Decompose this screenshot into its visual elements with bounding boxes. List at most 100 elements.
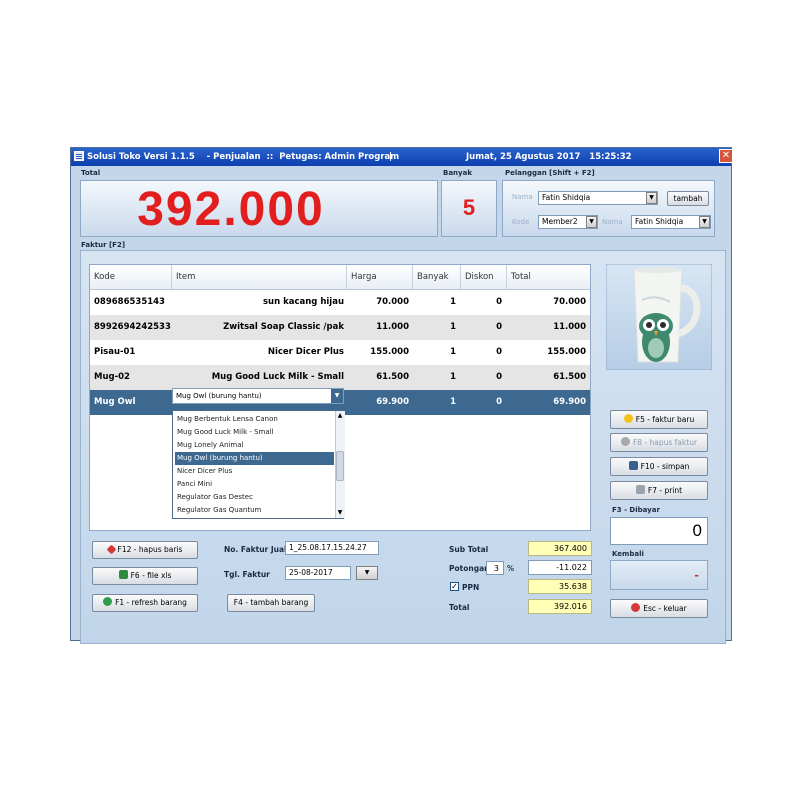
pelanggan-nama2-select[interactable]: Fatin Shidqia ▼ bbox=[631, 215, 711, 229]
faktur-baru-button[interactable]: F5 - faktur baru bbox=[610, 410, 708, 429]
dropdown-option[interactable]: Regulator Gas Quantum bbox=[175, 504, 334, 517]
hapus-faktur-button[interactable]: F8 - hapus faktur bbox=[610, 433, 708, 452]
cell-kode: 089686535143 bbox=[94, 297, 165, 307]
col-harga[interactable]: Harga bbox=[347, 265, 413, 289]
pelanggan-nama-select[interactable]: Fatin Shidqia ▼ bbox=[538, 191, 658, 205]
title-bar[interactable]: Solusi Toko Versi 1.1.5 - Penjualan :: P… bbox=[71, 148, 733, 166]
cell-banyak: 1 bbox=[450, 397, 456, 407]
product-image bbox=[606, 264, 712, 370]
scroll-down-icon[interactable]: ▼ bbox=[336, 508, 344, 517]
scrollbar-thumb[interactable] bbox=[336, 451, 344, 481]
dropdown-option[interactable]: Panci Mini bbox=[175, 478, 334, 491]
dropdown-option[interactable]: Mug Berbentuk Lensa Canon bbox=[175, 413, 334, 426]
close-icon[interactable]: ✕ bbox=[719, 149, 733, 163]
sub-total-value: 367.400 bbox=[528, 541, 592, 556]
dropdown-option[interactable]: Mug Good Luck Milk - Small bbox=[175, 426, 334, 439]
chevron-down-icon[interactable]: ▼ bbox=[331, 389, 343, 403]
potongan-pct-input[interactable]: 3 bbox=[486, 561, 504, 575]
exit-icon bbox=[631, 603, 641, 612]
tgl-faktur-input[interactable]: 25-08-2017 bbox=[285, 566, 351, 580]
file-xls-button[interactable]: F6 - file xls bbox=[92, 567, 198, 585]
total-label: Total bbox=[81, 169, 101, 177]
cell-total: 155.000 bbox=[547, 347, 586, 357]
tambah-pelanggan-button[interactable]: tambah bbox=[667, 191, 709, 206]
cell-item: Zwitsal Soap Classic /pak bbox=[223, 322, 344, 332]
calendar-dropdown-icon[interactable]: ▼ bbox=[356, 566, 378, 580]
cell-total: 70.000 bbox=[553, 297, 586, 307]
chevron-down-icon[interactable]: ▼ bbox=[699, 216, 710, 228]
kembali-label: Kembali bbox=[612, 550, 644, 558]
grid-header: Kode Item Harga Banyak Diskon Total bbox=[90, 265, 590, 290]
save-icon bbox=[628, 461, 638, 470]
banyak-label: Banyak bbox=[443, 169, 472, 177]
scroll-up-icon[interactable]: ▲ bbox=[336, 411, 344, 420]
dropdown-scrollbar[interactable]: ▲ ▼ bbox=[335, 411, 345, 518]
refresh-barang-button[interactable]: F1 - refresh barang bbox=[92, 594, 198, 612]
table-row[interactable]: Pisau-01 Nicer Dicer Plus 155.000 1 0 15… bbox=[90, 340, 590, 365]
col-diskon[interactable]: Diskon bbox=[461, 265, 507, 289]
refresh-barang-label: F1 - refresh barang bbox=[115, 598, 187, 607]
cell-harga: 61.500 bbox=[376, 372, 409, 382]
dropdown-option[interactable]: Mug Lonely Animal bbox=[175, 439, 334, 452]
summary-total-label: Total bbox=[449, 603, 470, 612]
summary-total-value: 392.016 bbox=[528, 599, 592, 614]
tgl-faktur-label: Tgl. Faktur bbox=[224, 570, 270, 579]
pelanggan-panel: Nama Fatin Shidqia ▼ tambah Kode Member2… bbox=[502, 180, 715, 237]
item-dropdown-list[interactable]: Mug Berbentuk Lensa Canon Mug Good Luck … bbox=[172, 410, 345, 519]
pelanggan-kode-select[interactable]: Member2 ▼ bbox=[538, 215, 598, 229]
col-banyak[interactable]: Banyak bbox=[413, 265, 461, 289]
cell-kode: Mug-02 bbox=[94, 372, 130, 382]
dropdown-option[interactable]: Nicer Dicer Plus bbox=[175, 465, 334, 478]
cell-diskon: 0 bbox=[496, 347, 502, 357]
hapus-baris-label: F12 - hapus baris bbox=[117, 545, 183, 554]
potongan-label: Potongan bbox=[449, 564, 490, 573]
cell-diskon: 0 bbox=[496, 322, 502, 332]
col-kode[interactable]: Kode bbox=[90, 265, 172, 289]
datetime: Jumat, 25 Agustus 2017 15:25:32 bbox=[466, 152, 632, 162]
kode-label: Kode bbox=[512, 218, 530, 226]
cell-kode: Mug Owl bbox=[94, 397, 136, 407]
simpan-label: F10 - simpan bbox=[640, 462, 690, 471]
table-row[interactable]: 089686535143 sun kacang hijau 70.000 1 0… bbox=[90, 290, 590, 315]
star-icon bbox=[623, 414, 633, 423]
no-faktur-label: No. Faktur Jual bbox=[224, 545, 287, 554]
dropdown-option[interactable]: Regulator Gas Destec bbox=[175, 491, 334, 504]
item-combo-editor[interactable]: Mug Owl (burung hantu) ▼ bbox=[172, 388, 344, 404]
chevron-down-icon[interactable]: ▼ bbox=[646, 192, 657, 204]
simpan-button[interactable]: F10 - simpan bbox=[610, 457, 708, 476]
pct-sign: % bbox=[507, 564, 515, 573]
banyak-display: 5 bbox=[441, 180, 497, 237]
col-item[interactable]: Item bbox=[172, 265, 347, 289]
erase-icon bbox=[106, 544, 116, 555]
col-total[interactable]: Total bbox=[507, 265, 590, 289]
cell-harga: 11.000 bbox=[376, 322, 409, 332]
dropdown-option-selected[interactable]: Mug Owl (burung hantu) bbox=[175, 452, 334, 465]
cell-harga: 155.000 bbox=[370, 347, 409, 357]
total-display: 392.000 bbox=[80, 180, 438, 237]
cell-banyak: 1 bbox=[450, 372, 456, 382]
cell-kode: 8992694242533 bbox=[94, 322, 171, 332]
faktur-baru-label: F5 - faktur baru bbox=[635, 415, 695, 424]
cell-diskon: 0 bbox=[496, 372, 502, 382]
chevron-down-icon[interactable]: ▼ bbox=[586, 216, 597, 228]
print-label: F7 - print bbox=[647, 486, 683, 495]
ppn-checkbox[interactable]: ✓ bbox=[450, 582, 459, 591]
cell-diskon: 0 bbox=[496, 397, 502, 407]
table-row[interactable]: Mug-02 Mug Good Luck Milk - Small 61.500… bbox=[90, 365, 590, 390]
pelanggan-label: Pelanggan [Shift + F2] bbox=[505, 169, 595, 177]
excel-icon bbox=[118, 570, 128, 579]
table-row[interactable]: 8992694242533 Zwitsal Soap Classic /pak … bbox=[90, 315, 590, 340]
dibayar-input[interactable]: 0 bbox=[610, 517, 708, 545]
cell-item: sun kacang hijau bbox=[262, 297, 344, 307]
total-amount: 392.000 bbox=[137, 183, 325, 236]
keluar-button[interactable]: Esc - keluar bbox=[610, 599, 708, 618]
pelanggan-kode-value: Member2 bbox=[542, 217, 578, 226]
cell-item: Nicer Dicer Plus bbox=[267, 347, 344, 357]
nama-label: Nama bbox=[512, 193, 533, 201]
tambah-barang-button[interactable]: F4 - tambah barang bbox=[227, 594, 315, 612]
cell-kode: Pisau-01 bbox=[94, 347, 136, 357]
no-faktur-input[interactable]: 1_25.08.17.15.24.27 bbox=[285, 541, 379, 555]
hapus-baris-button[interactable]: F12 - hapus baris bbox=[92, 541, 198, 559]
window-title: Solusi Toko Versi 1.1.5 - Penjualan :: P… bbox=[87, 152, 400, 162]
print-button[interactable]: F7 - print bbox=[610, 481, 708, 500]
